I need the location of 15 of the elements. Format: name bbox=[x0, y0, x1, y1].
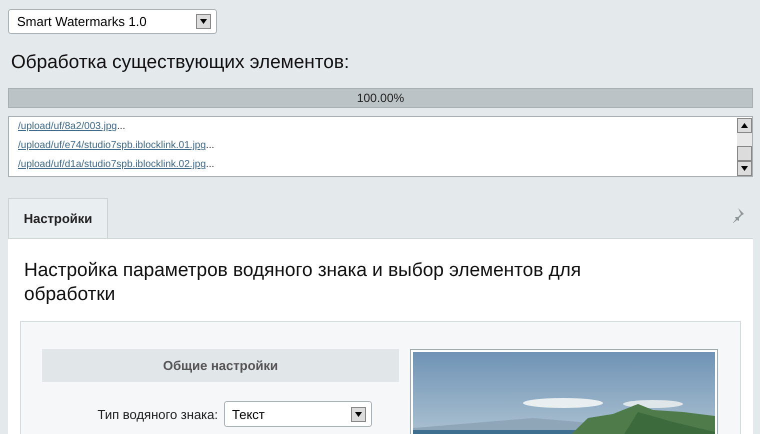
section-heading: Обработка существующих элементов: bbox=[11, 52, 350, 75]
section-header: Общие настройки bbox=[42, 349, 399, 382]
file-link[interactable]: /upload/uf/d1a/studio7spb.iblocklink.02.jpg bbox=[18, 159, 206, 170]
ellipsis-text: ... bbox=[206, 140, 214, 151]
module-select[interactable]: Smart Watermarks 1.0 bbox=[8, 9, 217, 34]
field-label: Тип водяного знака: bbox=[97, 406, 218, 422]
file-link[interactable]: /upload/uf/8a2/003.jpg bbox=[18, 121, 117, 132]
file-link[interactable]: /upload/uf/e74/studio7spb.iblocklink.01.jpg bbox=[18, 140, 206, 151]
watermark-type-select[interactable]: Текст bbox=[224, 401, 372, 427]
ellipsis-text: ... bbox=[206, 159, 214, 170]
scrollbar[interactable] bbox=[737, 117, 752, 176]
settings-tab[interactable]: Настройки bbox=[8, 198, 108, 238]
progress-label: 100.00% bbox=[356, 91, 406, 105]
ellipsis-text: ... bbox=[116, 121, 126, 132]
panel-title: Настройка параметров водяного знака и выбор элементов для обработки bbox=[24, 259, 582, 307]
